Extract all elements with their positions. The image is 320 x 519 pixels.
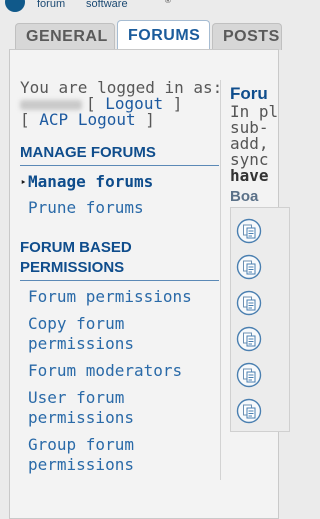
forum-folder-icon[interactable] bbox=[236, 326, 262, 352]
brand-logo: forum software ® bbox=[0, 0, 267, 16]
board-index-header: Boa bbox=[230, 188, 259, 205]
tab-forums[interactable]: FORUMS bbox=[117, 20, 210, 50]
logo-word-software: software bbox=[86, 0, 128, 10]
user-forum-label-line1: User forum bbox=[28, 388, 125, 407]
sidebar-item-forum-permissions[interactable]: Forum permissions bbox=[28, 287, 192, 307]
forum-folder-icon[interactable] bbox=[236, 398, 262, 424]
acp-logout-link[interactable]: ACP Logout bbox=[39, 110, 135, 129]
logo-registered-mark: ® bbox=[165, 0, 171, 5]
user-forum-label-line2: permissions bbox=[28, 408, 134, 427]
logo-word-forum: forum bbox=[37, 0, 66, 10]
sidebar-divider bbox=[220, 80, 221, 480]
forum-folder-icon[interactable] bbox=[236, 362, 262, 388]
session-info: You are logged in as: [ Logout ] [ ACP L… bbox=[20, 80, 222, 128]
permissions-header-line2: PERMISSIONS bbox=[20, 259, 125, 276]
acp-bracket-open: [ bbox=[20, 110, 30, 129]
forum-folder-icon[interactable] bbox=[236, 254, 262, 280]
sidebar-item-copy-forum-permissions[interactable]: Copy forum permissions bbox=[28, 314, 134, 354]
sidebar-item-prune-forums[interactable]: Prune forums bbox=[28, 198, 144, 218]
manage-forums-header: MANAGE FORUMS bbox=[20, 143, 219, 166]
forum-moderators-label: Forum moderators bbox=[28, 361, 183, 380]
forum-folder-icon[interactable] bbox=[236, 218, 262, 244]
forum-folder-icon[interactable] bbox=[236, 290, 262, 316]
main-tabs: GENERAL POSTS FORUMS bbox=[0, 20, 282, 50]
active-item-bullet: ‣ bbox=[20, 176, 27, 189]
sidebar-item-group-forum-permissions[interactable]: Group forum permissions bbox=[28, 435, 134, 475]
tab-posts[interactable]: POSTS bbox=[212, 23, 282, 50]
group-forum-label-line1: Group forum bbox=[28, 435, 134, 454]
group-forum-label-line2: permissions bbox=[28, 455, 134, 474]
logo-mark bbox=[5, 0, 25, 12]
sidebar-item-forum-moderators[interactable]: Forum moderators bbox=[28, 361, 182, 381]
forum-permissions-header: FORUM BASED PERMISSIONS bbox=[20, 238, 219, 281]
description-bold-text: have bbox=[230, 166, 269, 185]
permissions-header-line1: FORUM BASED bbox=[20, 239, 132, 256]
tab-general[interactable]: GENERAL bbox=[15, 23, 115, 50]
acp-bracket-close: ] bbox=[145, 110, 155, 129]
sidebar-item-user-forum-permissions[interactable]: User forum permissions bbox=[28, 388, 134, 428]
copy-forum-label-line1: Copy forum bbox=[28, 314, 125, 333]
forum-permissions-label: Forum permissions bbox=[28, 287, 192, 306]
page-title: Foru bbox=[230, 84, 268, 103]
copy-forum-label-line2: permissions bbox=[28, 334, 134, 353]
page-description: In pl sub- add, sync have bbox=[230, 104, 290, 184]
sidebar-item-manage-forums[interactable]: Manage forums bbox=[28, 172, 153, 192]
logout-bracket-close: ] bbox=[172, 94, 183, 113]
username-redacted bbox=[20, 99, 82, 110]
